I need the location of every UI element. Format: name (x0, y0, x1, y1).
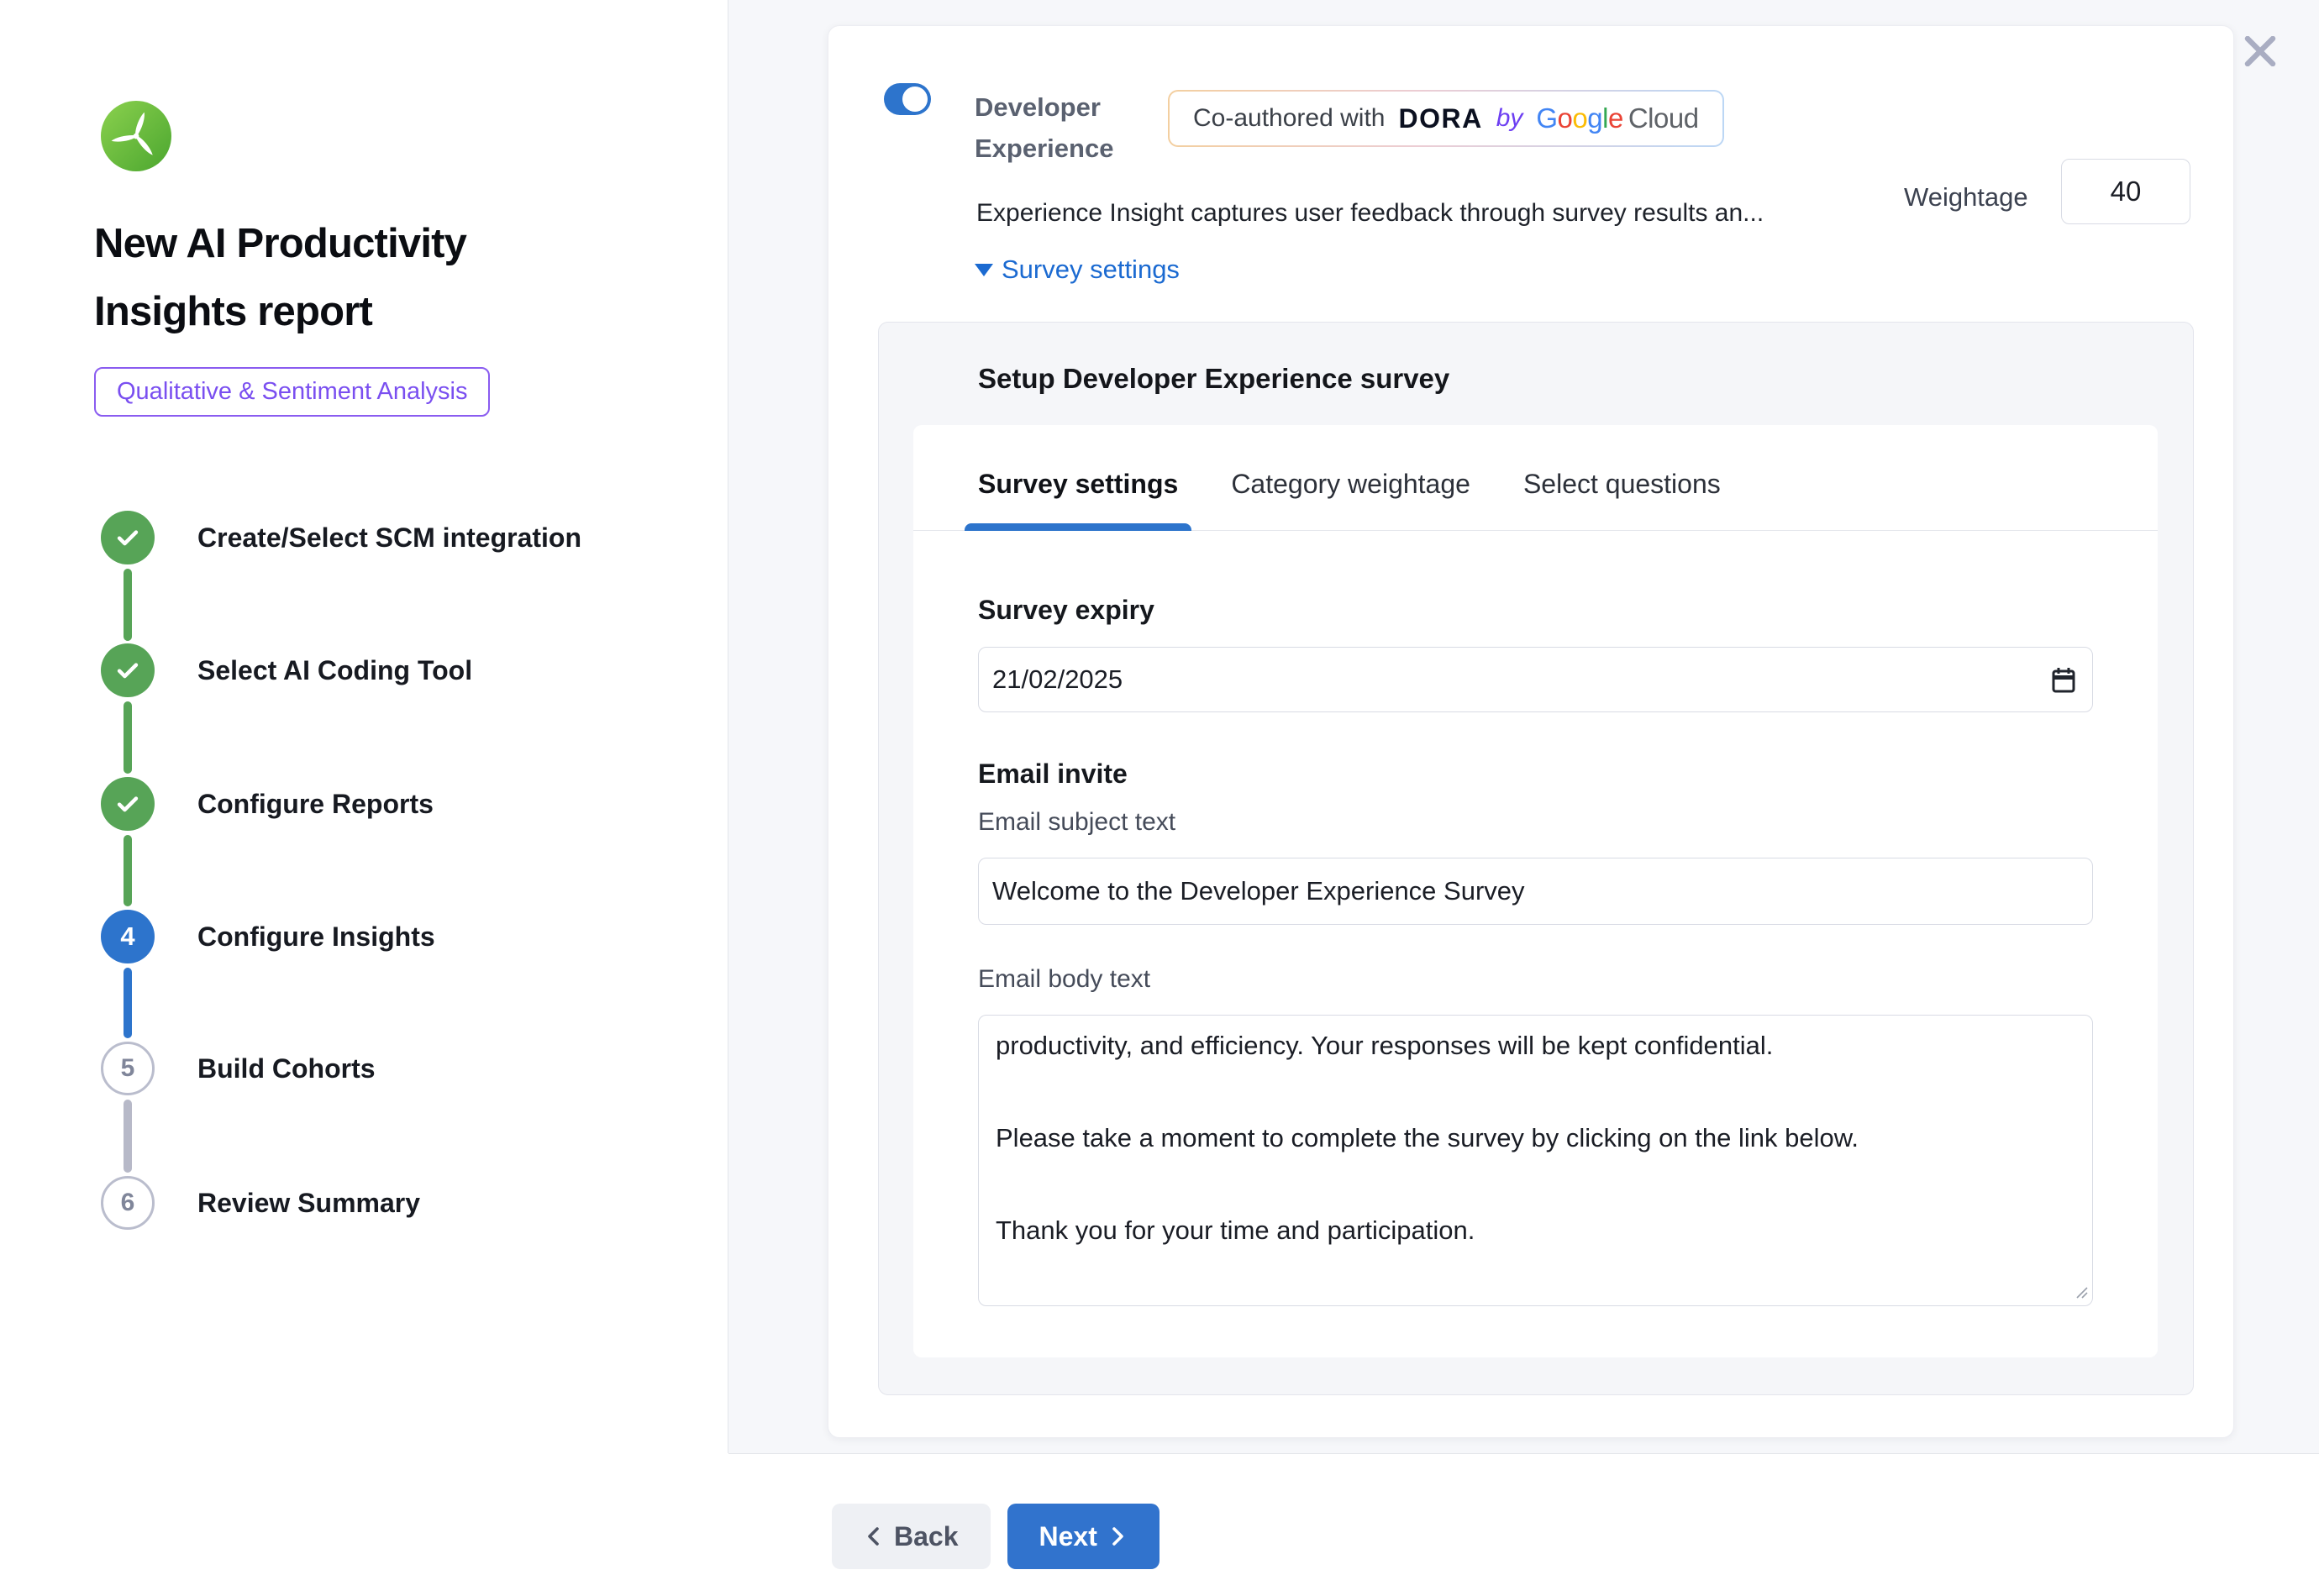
google-logo: GoogleCloud (1536, 102, 1698, 134)
step-done-check-icon (101, 511, 155, 564)
survey-setup-panel: Setup Developer Experience survey Survey… (878, 322, 2194, 1395)
by-text: by (1496, 104, 1523, 133)
close-icon[interactable] (2243, 35, 2277, 69)
developer-experience-toggle[interactable] (884, 83, 931, 115)
step-select-ai-coding-tool[interactable]: Select AI Coding Tool (101, 643, 472, 697)
email-subject-label: Email subject text (978, 808, 2093, 837)
next-button[interactable]: Next (1007, 1504, 1160, 1569)
wizard-sidebar: New AI Productivity Insights report Qual… (0, 0, 728, 1596)
tab-category-weightage[interactable]: Category weightage (1231, 469, 1470, 530)
survey-expiry-label: Survey expiry (978, 595, 2093, 626)
caret-down-icon (975, 264, 993, 276)
email-body-textarea[interactable]: productivity, and efficiency. Your respo… (978, 1015, 2093, 1306)
app-logo-icon (101, 101, 171, 171)
step-number-badge: 6 (101, 1176, 155, 1230)
toggle-knob (902, 87, 928, 112)
tab-select-questions[interactable]: Select questions (1523, 469, 1721, 530)
email-body-label: Email body text (978, 965, 2093, 994)
step-review-summary[interactable]: 6 Review Summary (101, 1176, 420, 1230)
tab-bar: Survey settings Category weightage Selec… (913, 425, 2158, 531)
survey-settings-collapse-link[interactable]: Survey settings (975, 255, 1180, 285)
step-number-badge: 5 (101, 1042, 155, 1095)
step-connector (124, 835, 132, 906)
resize-grip-handle[interactable] (2074, 1284, 2089, 1299)
dora-logo: DORA (1398, 103, 1482, 134)
email-subject-input[interactable] (978, 858, 2093, 925)
step-connector (124, 1100, 132, 1173)
tab-survey-settings[interactable]: Survey settings (978, 469, 1178, 530)
cloud-text: Cloud (1628, 102, 1699, 134)
back-button[interactable]: Back (832, 1504, 991, 1569)
configure-insights-card: Developer Experience Co-authored with DO… (828, 25, 2234, 1438)
step-create-select-scm[interactable]: Create/Select SCM integration (101, 511, 581, 564)
insight-title: Developer Experience (975, 87, 1151, 169)
page-title: New AI Productivity Insights report (94, 210, 565, 346)
chevron-left-icon (864, 1525, 882, 1547)
weightage-input[interactable] (2061, 159, 2190, 224)
report-type-badge: Qualitative & Sentiment Analysis (94, 367, 490, 417)
step-configure-reports[interactable]: Configure Reports (101, 777, 434, 831)
step-connector (124, 569, 132, 641)
survey-tab-card: Survey settings Category weightage Selec… (913, 425, 2158, 1357)
wizard-footer: Back Next (728, 1453, 2319, 1596)
step-number-badge: 4 (101, 910, 155, 963)
step-connector (124, 968, 132, 1038)
survey-panel-heading: Setup Developer Experience survey (978, 363, 1449, 395)
step-connector (124, 701, 132, 774)
survey-expiry-input[interactable] (978, 647, 2093, 712)
step-done-check-icon (101, 777, 155, 831)
weightage-label: Weightage (1904, 182, 2028, 213)
coauthor-prefix-text: Co-authored with (1193, 104, 1385, 133)
insight-description: Experience Insight captures user feedbac… (976, 199, 1884, 228)
step-done-check-icon (101, 643, 155, 697)
step-build-cohorts[interactable]: 5 Build Cohorts (101, 1042, 376, 1095)
chevron-right-icon (1109, 1525, 1128, 1547)
email-invite-heading: Email invite (978, 759, 2093, 790)
coauthored-badge: Co-authored with DORA by GoogleCloud (1168, 90, 1724, 147)
step-configure-insights[interactable]: 4 Configure Insights (101, 910, 435, 963)
